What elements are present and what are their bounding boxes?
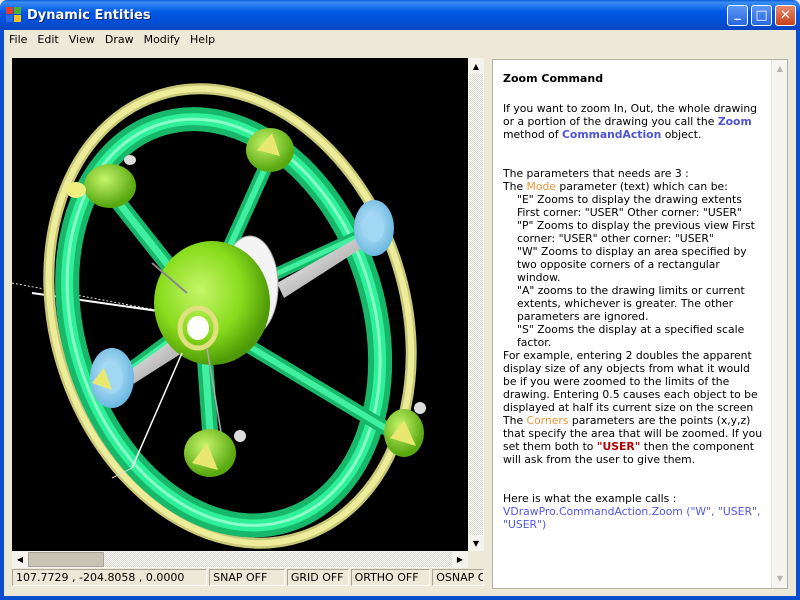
help-call-code[interactable]: VDrawPro.CommandAction.Zoom ("W", "USER"… (503, 505, 765, 531)
scroll-right-button[interactable]: ▶ (452, 551, 468, 568)
rim-knob (246, 128, 294, 172)
wheel-drawing (12, 83, 426, 549)
viewport-horizontal-scrollbar[interactable]: ◀ ▶ (12, 551, 468, 568)
app-icon[interactable] (6, 7, 22, 23)
scroll-down-button[interactable]: ▼ (468, 535, 484, 551)
help-mode-line: The Mode parameter (text) which can be: (503, 180, 728, 193)
scroll-down-icon: ▼ (472, 538, 480, 548)
hub (154, 241, 270, 365)
close-icon: ✕ (780, 8, 791, 23)
window-frame-bottom (0, 596, 800, 600)
help-mode-p: "P" Zooms to display the previous view F… (517, 219, 755, 245)
commandaction-keyword: CommandAction (561, 128, 662, 141)
help-example-text: For example, entering 2 doubles the appa… (503, 349, 758, 414)
close-button[interactable]: ✕ (775, 5, 796, 26)
minimize-button[interactable]: _ (727, 5, 748, 26)
status-bar: 107.7729 , -204.8058 , 0.0000 SNAP OFF G… (12, 569, 485, 586)
help-calls-line: Here is what the example calls : (503, 492, 677, 505)
help-panel: Zoom Command If you want to zoom In, Out… (492, 59, 788, 589)
window-title: Dynamic Entities (27, 7, 151, 23)
grid-toggle[interactable]: GRID OFF (286, 569, 349, 586)
help-heading: Zoom Command (503, 72, 604, 85)
rim-knob (384, 402, 426, 457)
menu-edit[interactable]: Edit (32, 30, 63, 49)
scroll-up-button[interactable]: ▲ (468, 58, 484, 74)
help-mode-e: "E" Zooms to display the drawing extents… (517, 193, 742, 219)
user-keyword: "USER" (596, 440, 641, 453)
guide-line (12, 282, 173, 314)
coordinates-readout: 107.7729 , -204.8058 , 0.0000 (12, 569, 208, 586)
zoom-keyword: Zoom (717, 115, 752, 128)
maximize-icon: □ (755, 8, 768, 23)
viewport-vertical-scrollbar[interactable]: ▲ ▼ (468, 58, 484, 551)
corners-keyword: Corners (526, 414, 569, 427)
scroll-left-icon: ◀ (16, 555, 24, 564)
menu-file[interactable]: File (4, 30, 32, 49)
scroll-up-icon: ▲ (472, 61, 480, 71)
ortho-toggle[interactable]: ORTHO OFF (350, 569, 431, 586)
help-intro: If you want to zoom In, Out, the whole d… (503, 102, 758, 141)
window-frame-left (0, 30, 4, 600)
menu-modify[interactable]: Modify (139, 30, 185, 49)
scroll-left-button[interactable]: ◀ (12, 551, 28, 568)
help-params-line: The parameters that needs are 3 : (503, 167, 689, 180)
menu-view[interactable]: View (64, 30, 100, 49)
help-mode-w: "W" Zooms to display an area specified b… (517, 245, 747, 284)
rim-knob-blue (354, 200, 394, 256)
scroll-right-icon: ▶ (456, 555, 464, 564)
rim-knob-blue (90, 348, 134, 408)
help-scroll-down-button[interactable]: ▼ (772, 570, 788, 586)
window-frame-right (796, 30, 800, 600)
help-scroll-up-button[interactable]: ▲ (772, 60, 788, 76)
help-content: Zoom Command If you want to zoom In, Out… (503, 72, 765, 531)
help-scroll-down-icon: ▼ (776, 573, 784, 583)
menu-help[interactable]: Help (185, 30, 220, 49)
osnap-toggle[interactable]: OSNAP OF (432, 569, 485, 586)
menu-draw[interactable]: Draw (100, 30, 139, 49)
rim-knob (184, 429, 246, 477)
menu-bar: File Edit View Draw Modify Help (4, 30, 796, 49)
help-mode-a: "A" zooms to the drawing limits or curre… (517, 284, 745, 323)
help-scroll-up-icon: ▲ (776, 63, 784, 73)
vertical-scroll-track[interactable] (469, 74, 483, 535)
horizontal-scroll-thumb[interactable] (28, 552, 104, 567)
title-bar: Dynamic Entities _ □ ✕ (0, 0, 800, 30)
maximize-button[interactable]: □ (751, 5, 772, 26)
mode-keyword: Mode (526, 180, 556, 193)
snap-toggle[interactable]: SNAP OFF (209, 569, 285, 586)
minimize-icon: _ (734, 5, 741, 21)
help-mode-s: "S" Zooms the display at a specified sca… (517, 323, 745, 349)
drawing-viewport[interactable] (12, 58, 468, 551)
help-corners-line: The Corners parameters are the points (x… (503, 414, 763, 466)
help-vertical-scrollbar[interactable]: ▲ ▼ (771, 60, 787, 588)
